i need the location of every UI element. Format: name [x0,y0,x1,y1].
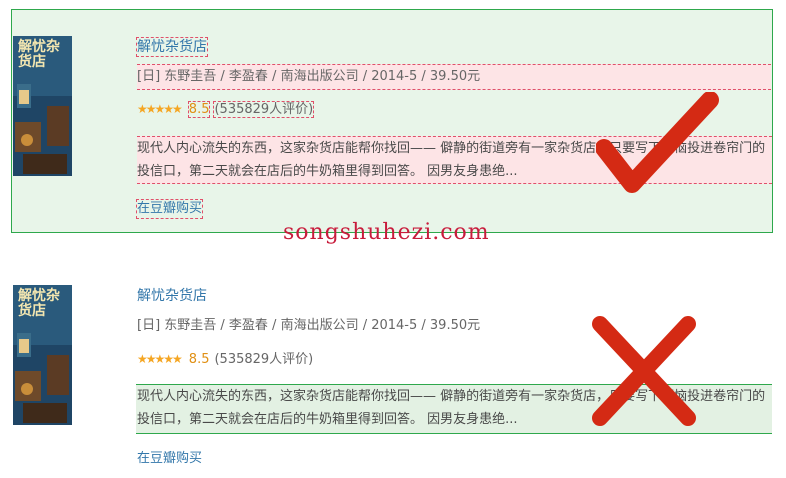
book-title-link[interactable]: 解忧杂货店 [136,37,208,57]
star-rating-icon: ★★★★★ [137,352,183,366]
buy-on-douban-link[interactable]: 在豆瓣购买 [135,199,204,219]
star-rating-icon: ★★★★★ [137,102,183,116]
book-meta: [日] 东野圭吾 / 李盈春 / 南海出版公司 / 2014-5 / 39.50… [137,318,481,333]
rating-score: 8.5 [188,352,210,367]
book-meta-text: [日] 东野圭吾 / 李盈春 / 南海出版公司 / 2014-5 / 39.50… [137,69,481,84]
buy-on-douban-link[interactable]: 在豆瓣购买 [137,450,202,468]
cover-title: 解忧杂货店 [18,39,60,70]
cover-title: 解忧杂货店 [18,288,60,319]
check-mark-icon [596,92,719,193]
cross-mark-icon [592,316,696,426]
rating-row: ★★★★★ 8.5 (535829人评价) [137,350,313,369]
rating-row: ★★★★★ 8.5 (535829人评价) [137,100,315,119]
rating-votes-link[interactable]: (535829人评价) [214,352,313,367]
rating-votes-link[interactable]: (535829人评价) [213,101,315,118]
rating-score: 8.5 [187,101,211,118]
book-title-link[interactable]: 解忧杂货店 [137,287,207,305]
book-meta: [日] 东野圭吾 / 李盈春 / 南海出版公司 / 2014-5 / 39.50… [137,64,771,90]
watermark-text: songshuhezi.com [283,220,490,245]
